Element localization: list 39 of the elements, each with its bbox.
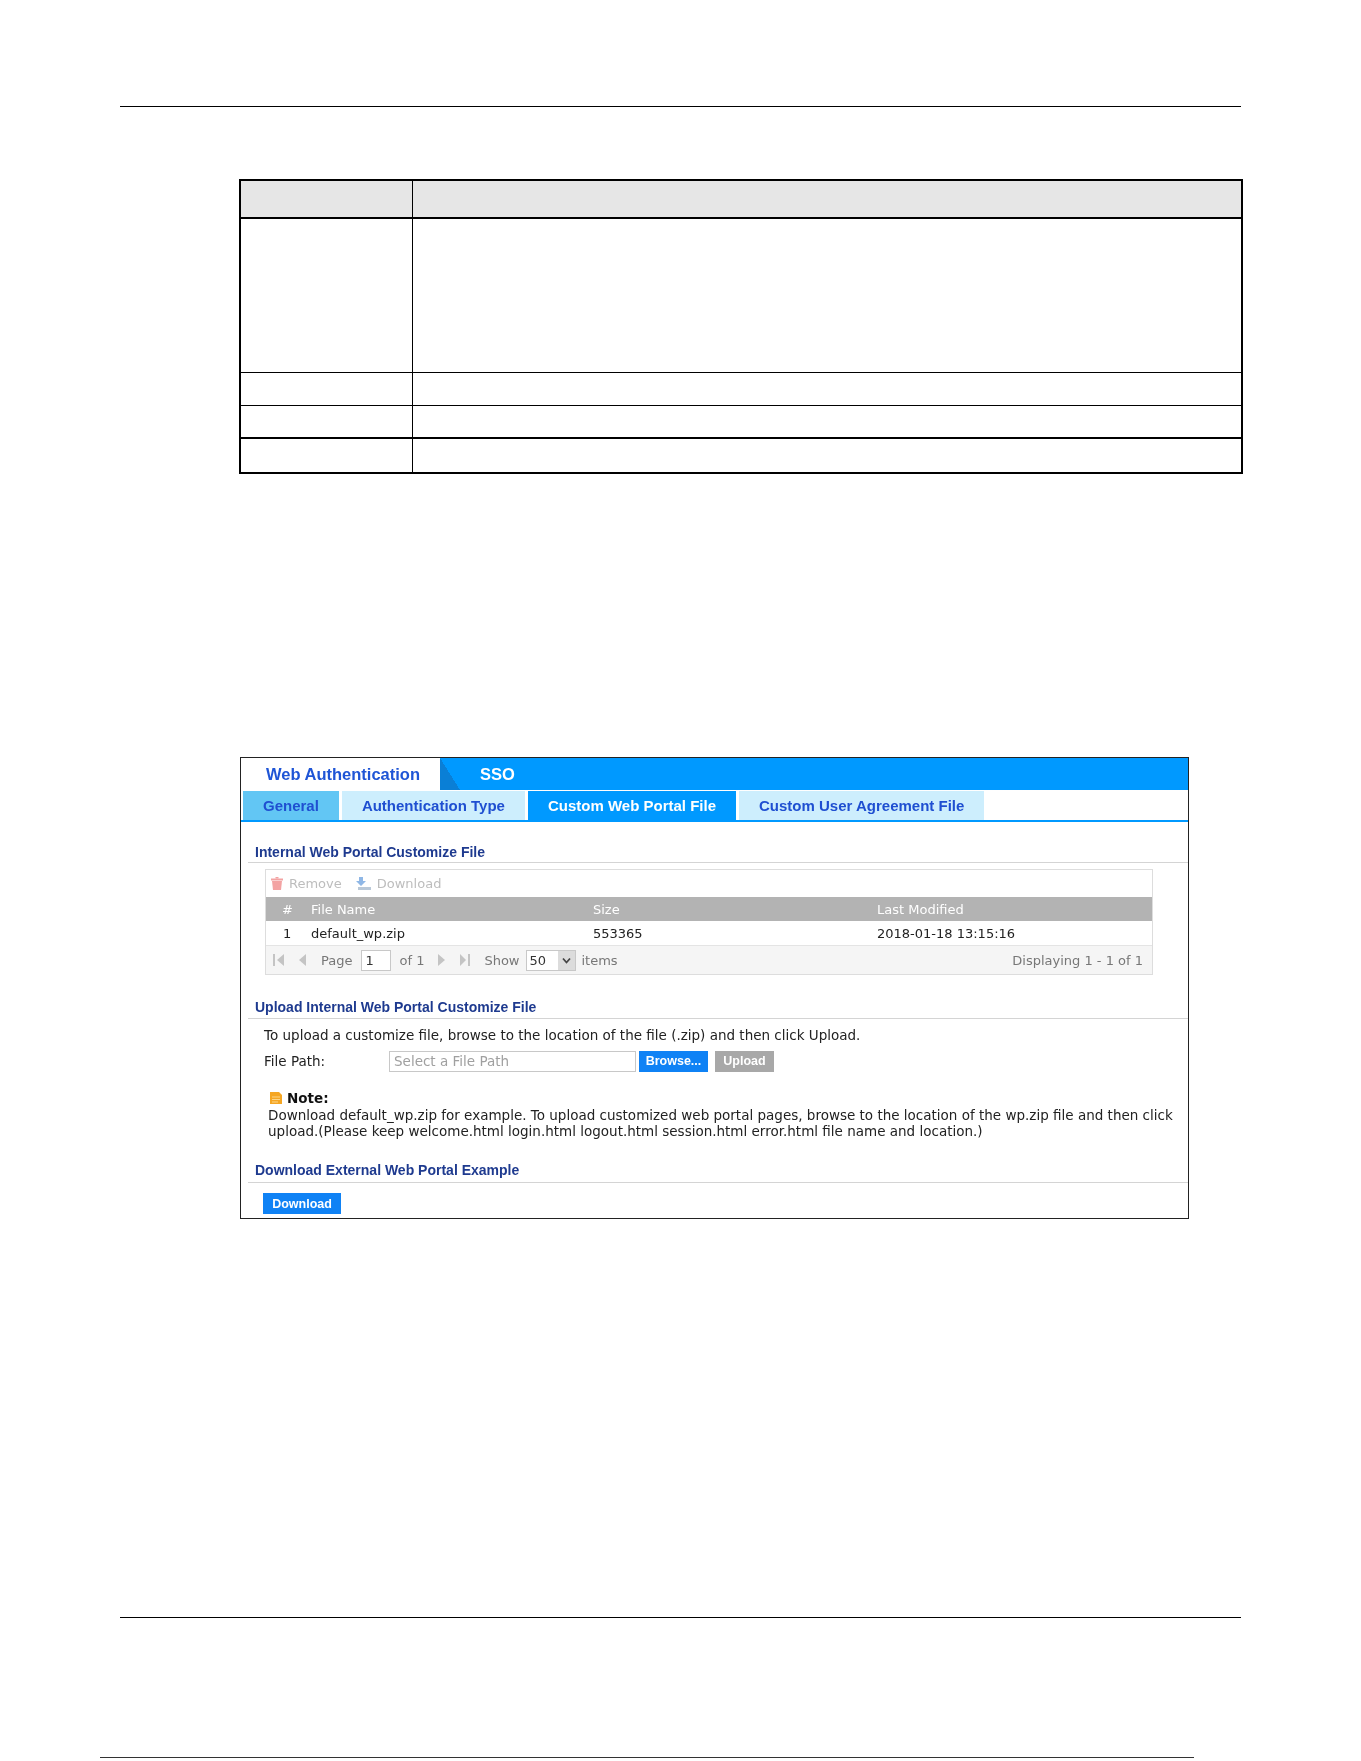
show-label: Show: [484, 952, 520, 968]
download-icon: [354, 877, 371, 890]
download-button[interactable]: Download: [263, 1193, 341, 1214]
page-input[interactable]: 1: [361, 949, 392, 971]
column-header[interactable]: Last Modified: [877, 901, 1152, 917]
trash-icon: [271, 877, 283, 890]
column-header[interactable]: File Name: [311, 901, 593, 917]
page-label: Page: [321, 952, 353, 968]
next-page-icon[interactable]: [438, 954, 446, 966]
file-path-input[interactable]: Select a File Path: [389, 1050, 636, 1072]
table-cell-text: 553365: [593, 925, 644, 941]
column-header[interactable]: #: [266, 901, 311, 917]
caret-icon: [557, 950, 575, 970]
table-cell-text: 2018-01-18 13:15:16: [877, 925, 1017, 941]
tab[interactable]: SSO: [460, 758, 535, 790]
last-page-icon[interactable]: [460, 954, 471, 966]
items-label: items: [581, 952, 618, 968]
table-cell-text: default_wp.zip: [311, 925, 406, 941]
page-count: of 1: [399, 952, 425, 968]
table-cell-text: 1: [282, 925, 293, 941]
sub-tab[interactable]: Authentication Type: [341, 791, 525, 820]
sub-tab[interactable]: Custom User Agreement File: [739, 791, 985, 820]
tab[interactable]: Web Authentication: [241, 758, 460, 790]
column-header[interactable]: Size: [593, 901, 877, 917]
sub-tab[interactable]: General: [243, 791, 339, 820]
browse-button[interactable]: Browse...: [639, 1050, 708, 1072]
section-title: Upload Internal Web Portal Customize File: [255, 999, 537, 1015]
note-icon: [270, 1092, 282, 1104]
first-page-icon[interactable]: [273, 954, 284, 966]
field-label: File Path:: [264, 1053, 327, 1069]
display-summary: Displaying 1 - 1 of 1: [1012, 952, 1143, 968]
section-title: Download External Web Portal Example: [255, 1162, 520, 1178]
sub-tab[interactable]: Custom Web Portal File: [527, 791, 736, 820]
instruction-text: To upload a customize file, browse to the location of the file (.zip) and then click Upload.: [264, 1027, 861, 1043]
section-title: Internal Web Portal Customize File: [255, 844, 485, 860]
previous-page-icon[interactable]: [299, 954, 306, 966]
note-text: Download default_wp.zip for example. To upload customized web portal pages, browse to the location of the wp.zip file and then click upload.(Please keep welcome.html login.html logout.html session.html error.html file name and location.): [268, 1107, 1174, 1139]
page-size-select[interactable]: 50: [525, 949, 576, 971]
note-title: Note:: [287, 1090, 329, 1106]
